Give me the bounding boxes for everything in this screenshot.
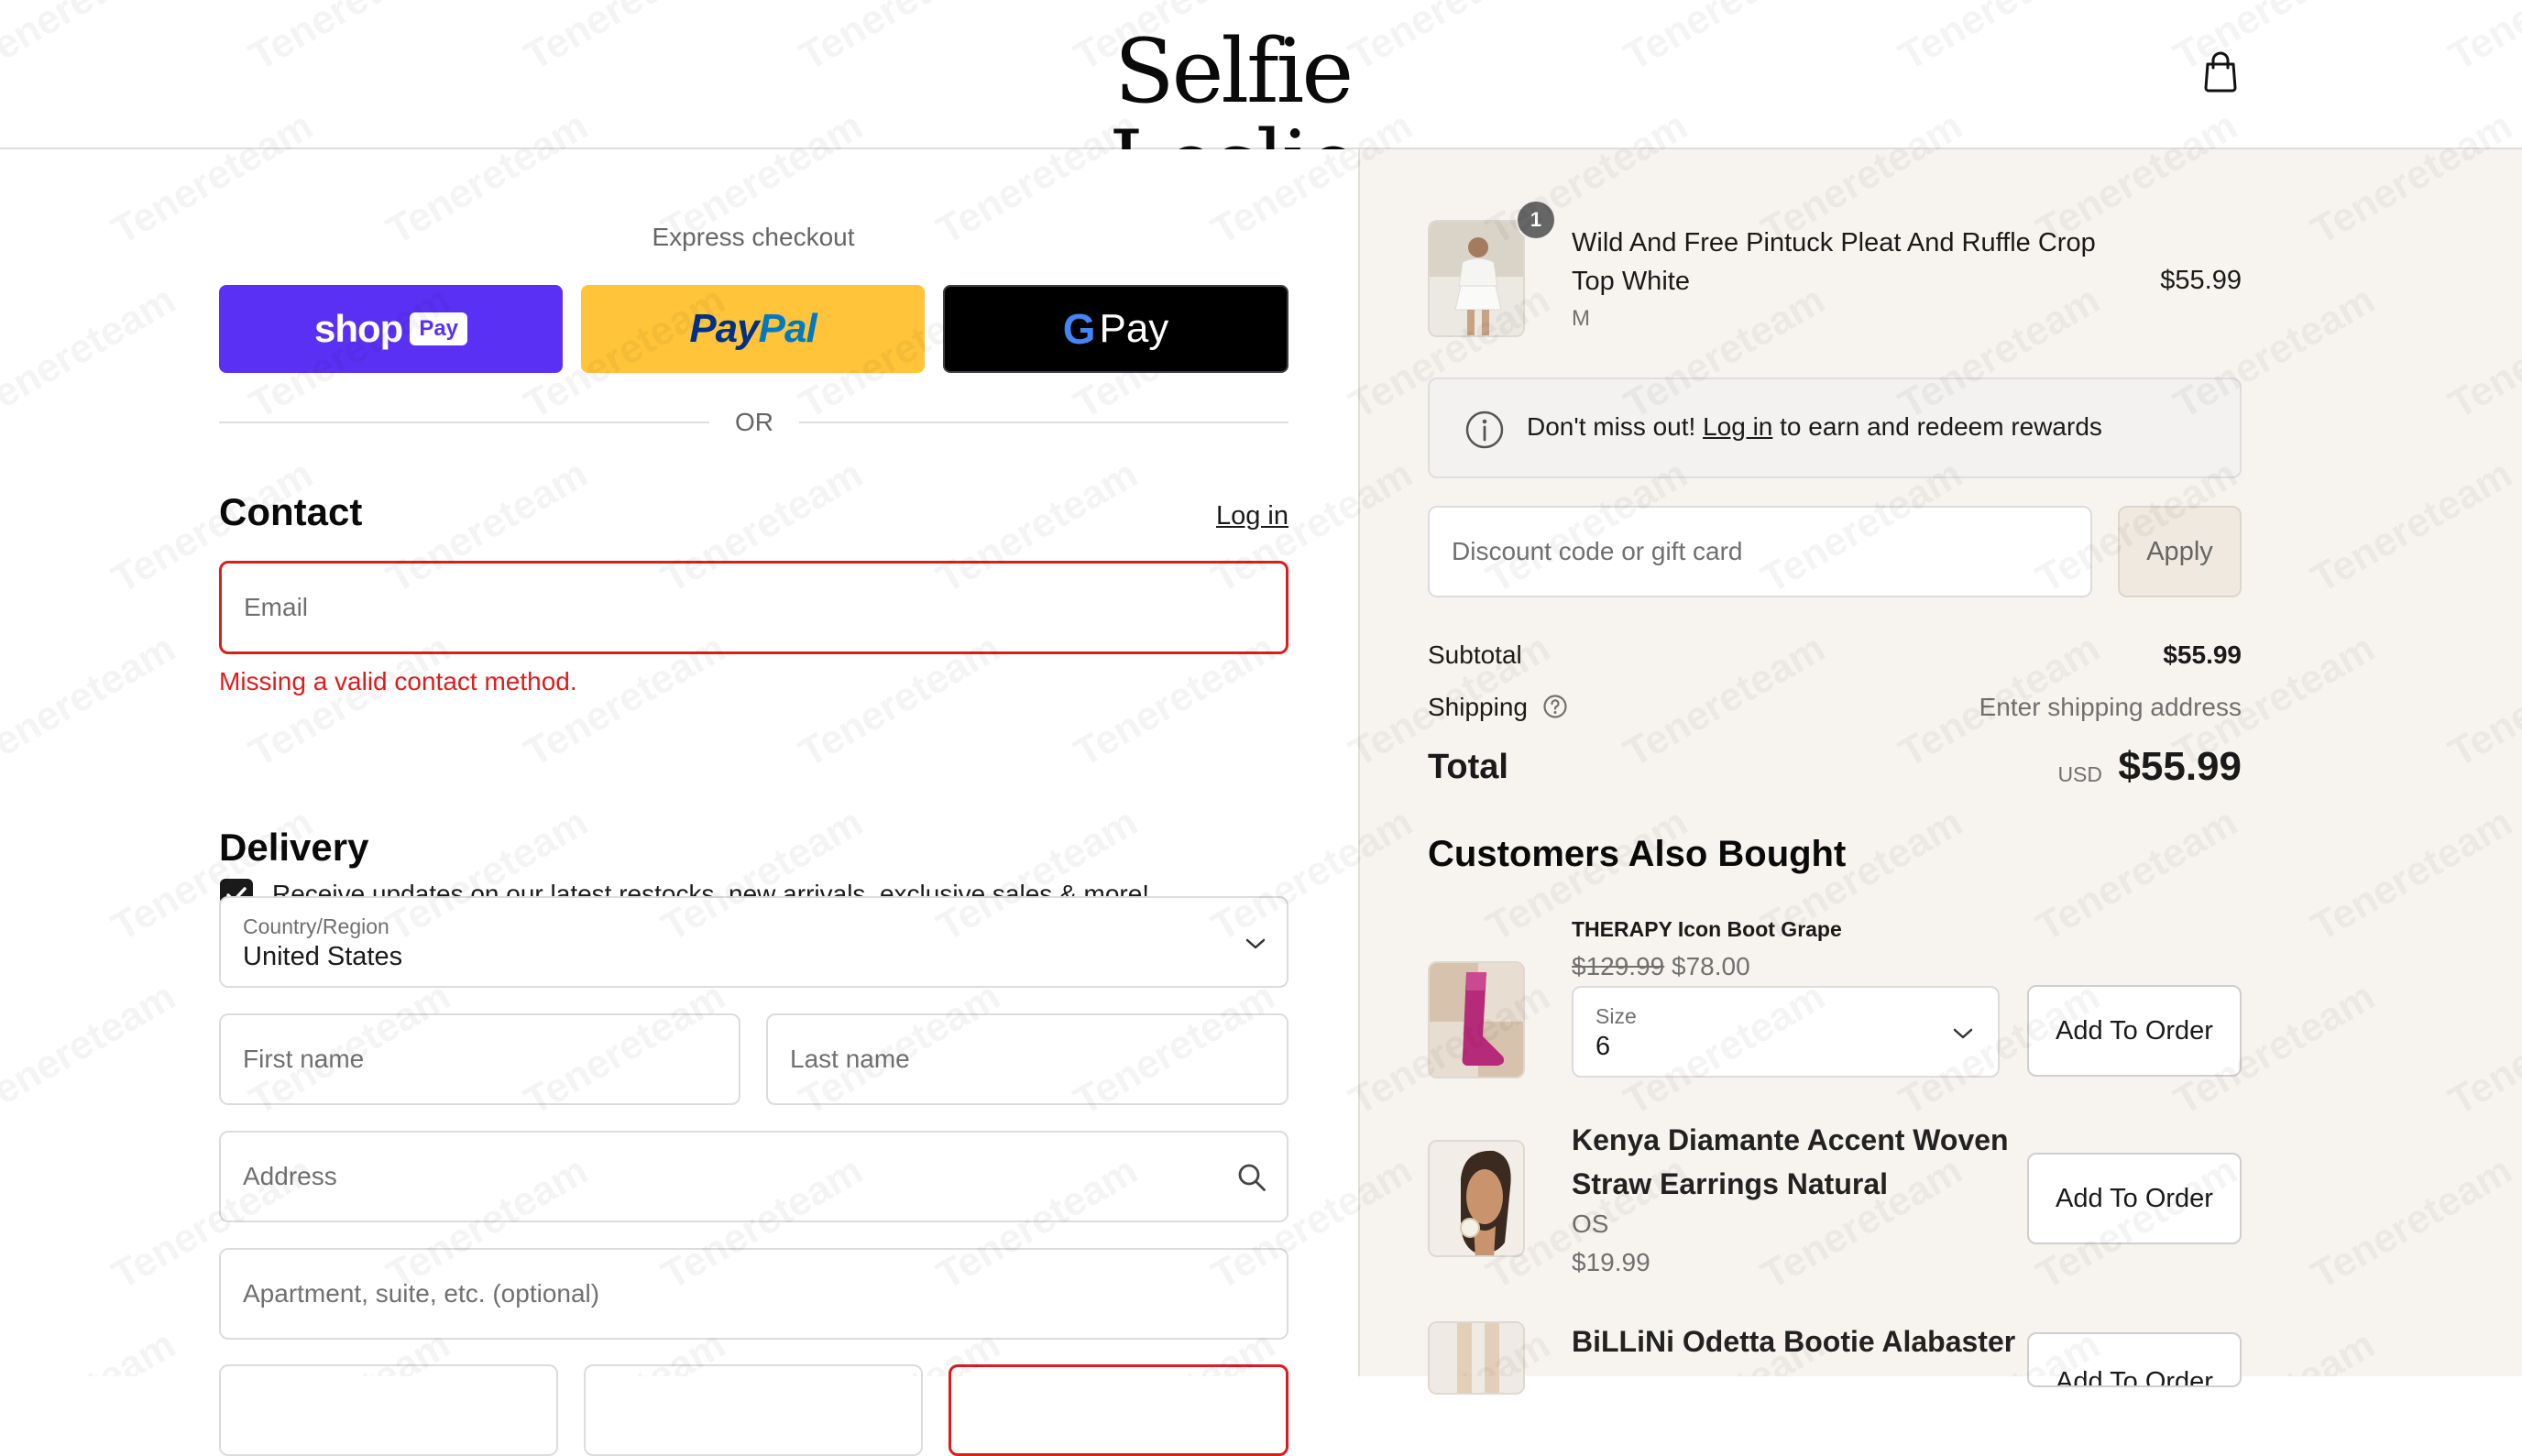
question-icon[interactable] bbox=[1542, 694, 1568, 719]
paypal-wordmark: PayPal bbox=[689, 306, 817, 351]
upsell-item-thumbnail bbox=[1428, 1321, 1525, 1395]
upsell-item-name: BiLLiNi Odetta Bootie Alabaster bbox=[1572, 1325, 2016, 1358]
shop-pay-wordmark: shop bbox=[313, 307, 403, 350]
boot-product-image bbox=[1430, 963, 1523, 1077]
info-icon bbox=[1465, 411, 1504, 449]
upsell-size-select[interactable]: Size 6 bbox=[1572, 986, 2000, 1078]
delivery-heading: Delivery bbox=[219, 826, 369, 869]
shop-pay-badge: Pay bbox=[410, 312, 468, 345]
upsell-original-price: $129.99 bbox=[1572, 952, 1665, 980]
upsell-item-name-line2: Straw Earrings Natural bbox=[1572, 1167, 1888, 1200]
shipping-label: Shipping bbox=[1428, 693, 1528, 721]
crop-top-product-image bbox=[1430, 222, 1523, 335]
divider-left bbox=[219, 421, 709, 423]
first-name-placeholder: First name bbox=[243, 1045, 365, 1073]
search-icon bbox=[1238, 1164, 1266, 1191]
total-currency: USD bbox=[2057, 762, 2102, 786]
cart-item-variant: M bbox=[1572, 306, 1590, 331]
address-field[interactable]: Address bbox=[219, 1131, 1288, 1222]
discount-code-placeholder: Discount code or gift card bbox=[1452, 537, 1743, 565]
upsell-item-name: Kenya Diamante Accent Woven Straw Earrin… bbox=[1572, 1118, 2009, 1206]
upsell-sale-price: $78.00 bbox=[1672, 952, 1750, 980]
country-select-label: Country/Region bbox=[243, 914, 389, 938]
rewards-login-link[interactable]: Log in bbox=[1703, 412, 1772, 441]
paypal-button[interactable]: PayPal bbox=[581, 285, 925, 373]
shipping-value: Enter shipping address bbox=[1979, 693, 2242, 721]
upsell-item-prices: $129.99 $78.00 bbox=[1572, 952, 1750, 981]
first-name-field[interactable]: First name bbox=[219, 1013, 740, 1105]
country-select-value: United States bbox=[243, 942, 403, 971]
bootie-product-image bbox=[1430, 1323, 1523, 1393]
subtotal-value: $55.99 bbox=[2163, 640, 2242, 669]
last-name-field[interactable]: Last name bbox=[766, 1013, 1288, 1105]
apply-discount-button[interactable]: Apply bbox=[2118, 506, 2242, 597]
add-to-order-button[interactable]: Add To Order bbox=[2027, 985, 2242, 1077]
upsell-item-name: THERAPY Icon Boot Grape bbox=[1572, 917, 1842, 941]
last-name-placeholder: Last name bbox=[790, 1045, 910, 1073]
email-field[interactable]: Email bbox=[219, 561, 1288, 654]
cart-item-quantity-badge: 1 bbox=[1516, 200, 1556, 240]
zip-field[interactable] bbox=[948, 1364, 1288, 1456]
size-select-label: Size bbox=[1595, 1004, 1637, 1028]
google-pay-button[interactable]: G Pay bbox=[943, 285, 1288, 373]
upsell-item-thumbnail bbox=[1428, 961, 1525, 1078]
upsell-item-name-line1: Kenya Diamante Accent Woven bbox=[1572, 1123, 2009, 1156]
checkout-form-panel: Express checkout shop Pay PayPal G Pay O… bbox=[0, 149, 1358, 1456]
state-field[interactable] bbox=[584, 1364, 923, 1456]
login-link[interactable]: Log in bbox=[1191, 501, 1288, 531]
apartment-placeholder: Apartment, suite, etc. (optional) bbox=[243, 1279, 600, 1308]
divider-right bbox=[799, 421, 1288, 423]
size-select-value: 6 bbox=[1595, 1032, 1611, 1061]
add-to-order-button[interactable]: Add To Order bbox=[2027, 1332, 2242, 1387]
city-field[interactable] bbox=[219, 1364, 558, 1456]
total-value: $55.99 bbox=[2118, 744, 2242, 789]
cart-item-name-line1: Wild And Free Pintuck Pleat And Ruffle C… bbox=[1572, 228, 2096, 257]
cart-item-name: Wild And Free Pintuck Pleat And Ruffle C… bbox=[1572, 224, 2096, 301]
upsell-item-thumbnail bbox=[1428, 1140, 1525, 1257]
earrings-product-image bbox=[1430, 1142, 1523, 1255]
shop-pay-button[interactable]: shop Pay bbox=[219, 285, 563, 373]
upsell-item-price: $19.99 bbox=[1572, 1248, 1650, 1276]
country-select[interactable]: Country/Region United States bbox=[219, 896, 1288, 988]
upsell-heading: Customers Also Bought bbox=[1428, 834, 1847, 874]
site-header: Selfie Leslie bbox=[0, 0, 2522, 209]
google-pay-wordmark: Pay bbox=[1099, 306, 1169, 351]
express-checkout-title: Express checkout bbox=[652, 223, 855, 251]
chevron-down-icon bbox=[1953, 1028, 1973, 1039]
or-separator: OR bbox=[735, 408, 773, 436]
rewards-banner: Don't miss out! Log in to earn and redee… bbox=[1428, 378, 2242, 478]
chevron-down-icon bbox=[1245, 938, 1266, 949]
cart-item-name-line2: Top White bbox=[1572, 267, 1690, 296]
subtotal-label: Subtotal bbox=[1428, 640, 1522, 669]
rewards-message: Don't miss out! Log in to earn and redee… bbox=[1527, 412, 2102, 441]
google-g-icon: G bbox=[1062, 305, 1096, 353]
discount-code-field[interactable]: Discount code or gift card bbox=[1428, 506, 2092, 597]
shopping-bag-icon[interactable] bbox=[2201, 49, 2240, 93]
apartment-field[interactable]: Apartment, suite, etc. (optional) bbox=[219, 1248, 1288, 1340]
email-error-message: Missing a valid contact method. bbox=[219, 667, 577, 695]
upsell-item-variant: OS bbox=[1572, 1210, 1609, 1238]
cart-item-price: $55.99 bbox=[2160, 266, 2242, 295]
email-placeholder: Email bbox=[244, 593, 309, 621]
add-to-order-button[interactable]: Add To Order bbox=[2027, 1153, 2242, 1244]
address-placeholder: Address bbox=[243, 1162, 337, 1190]
cart-item-thumbnail bbox=[1428, 220, 1525, 337]
total-label: Total bbox=[1428, 748, 1508, 786]
contact-heading: Contact bbox=[219, 490, 363, 533]
